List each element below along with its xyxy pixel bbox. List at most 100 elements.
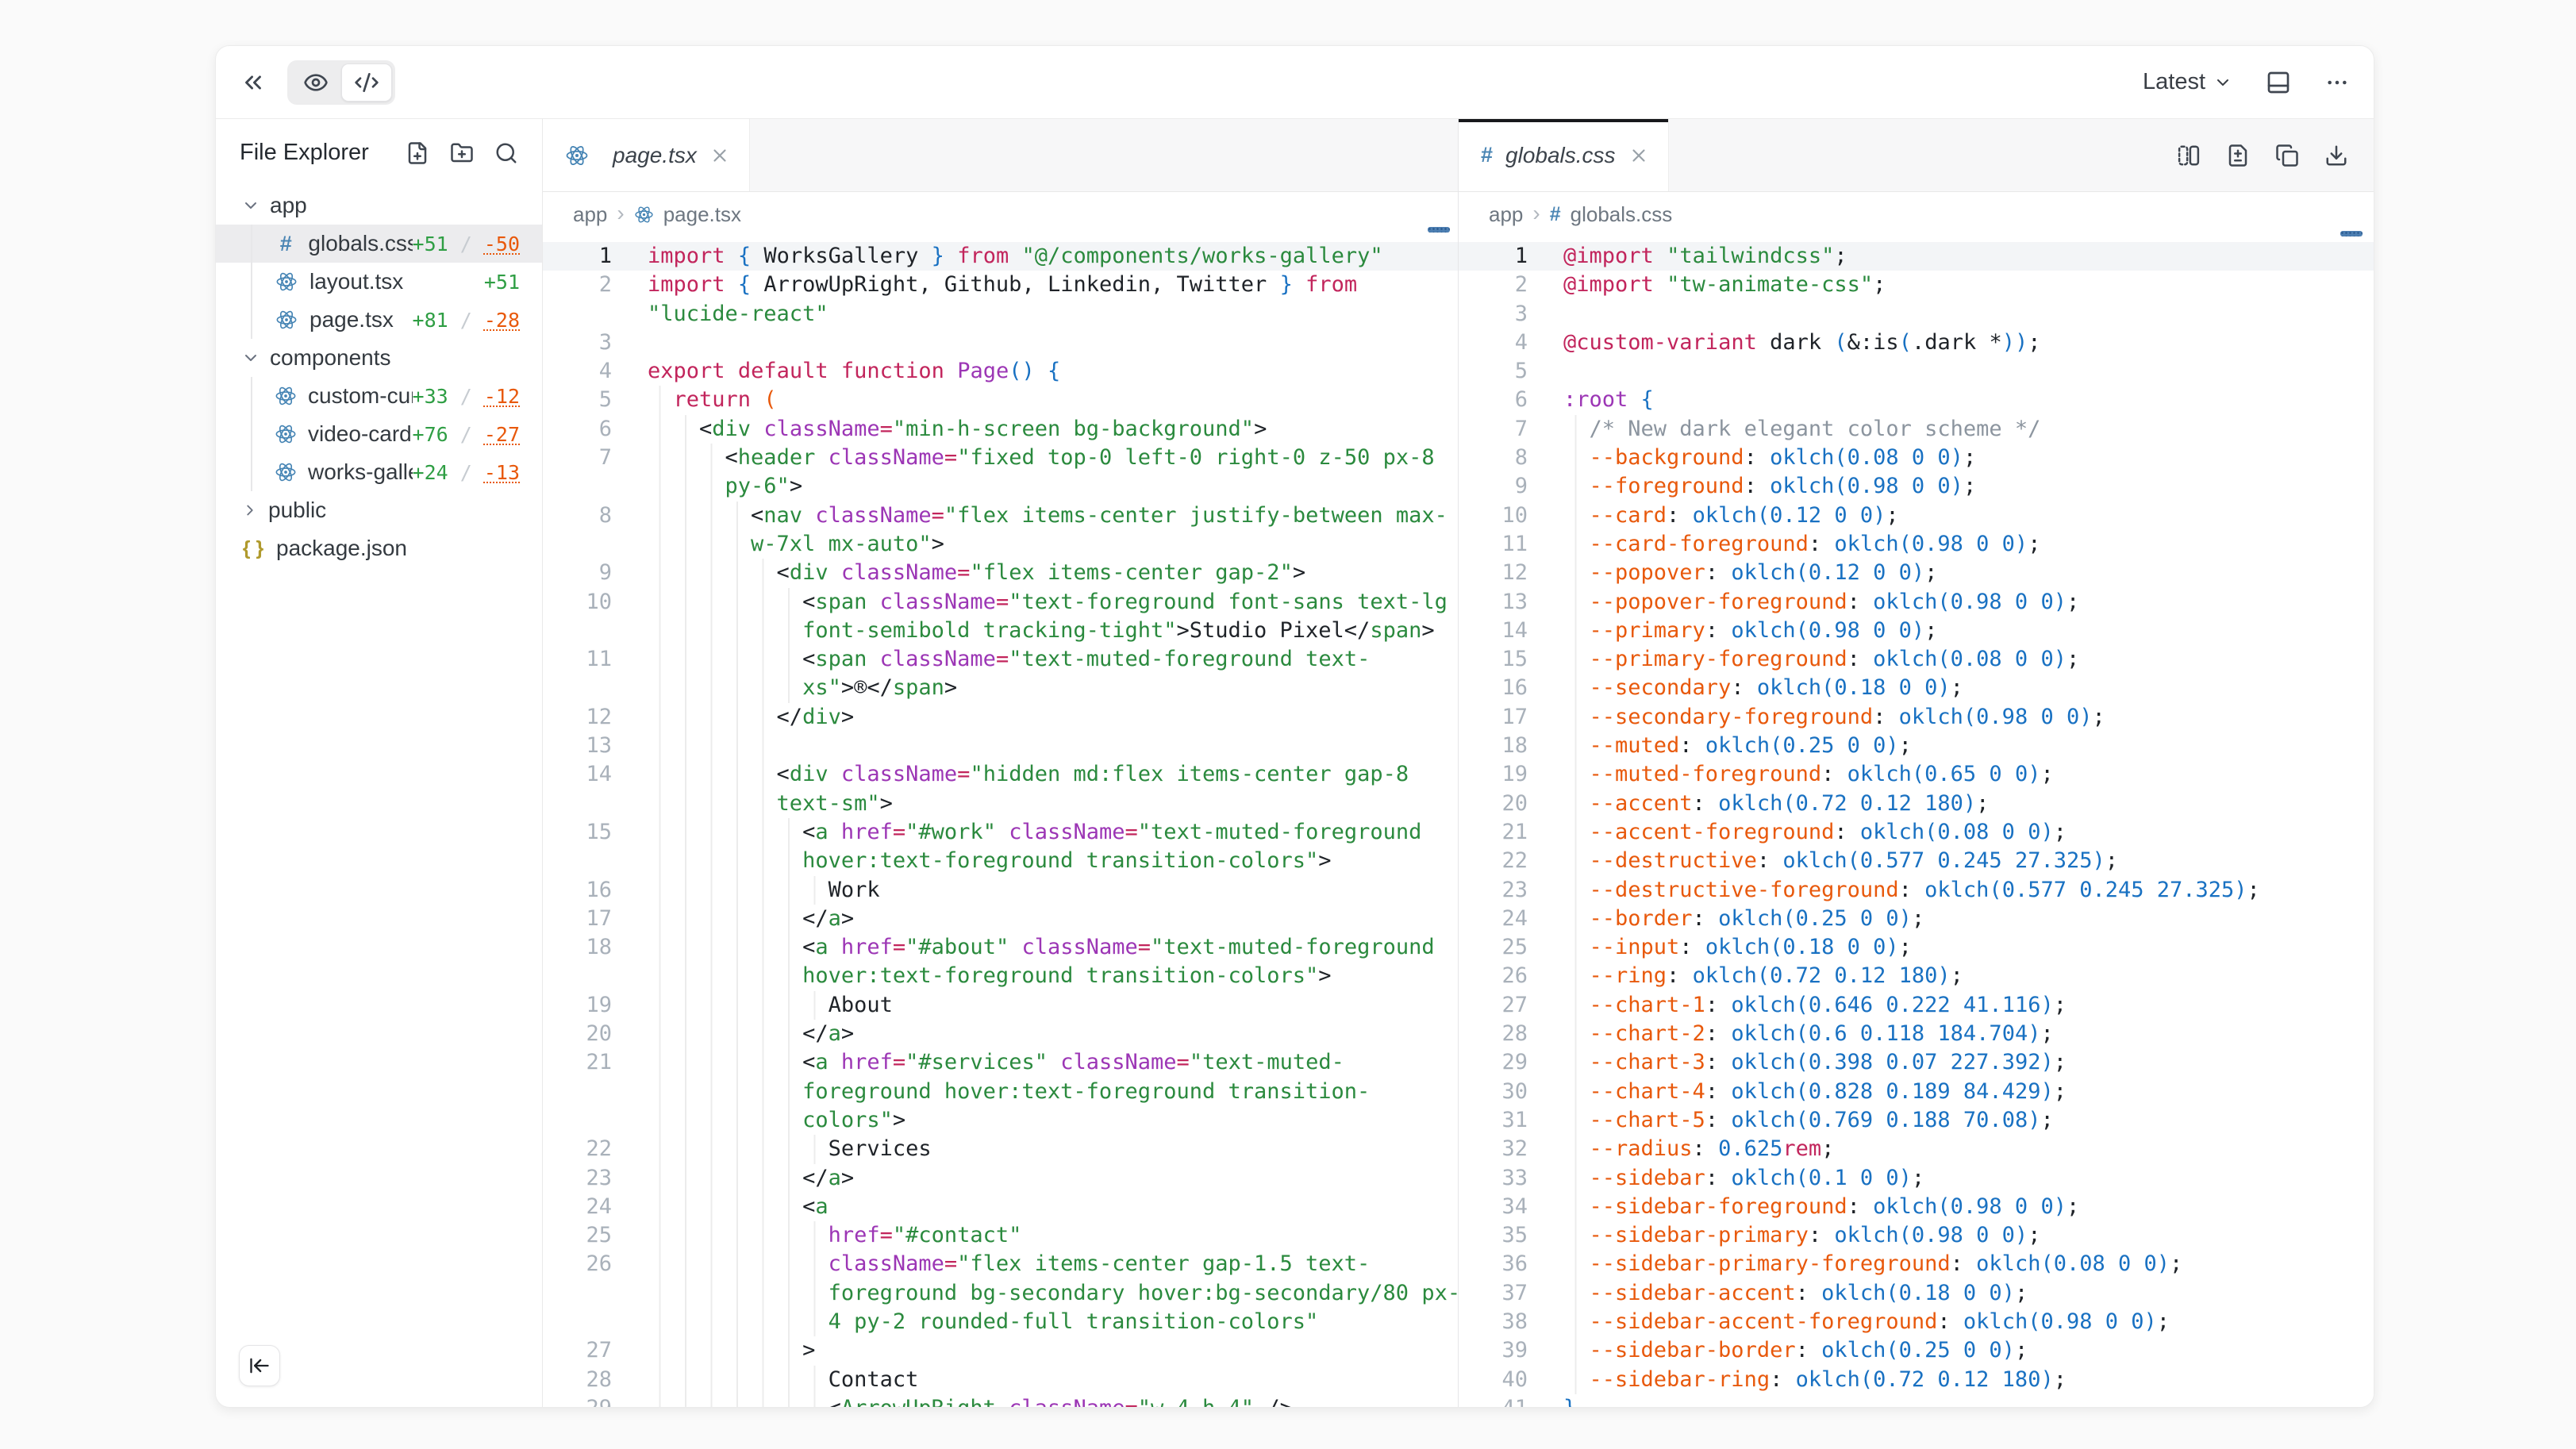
code-line-8: 8--background: oklch(0.08 0 0); (1459, 444, 2374, 472)
line-number: 5 (543, 386, 622, 414)
line-number: 15 (1459, 645, 1538, 674)
react-file-icon (634, 205, 654, 225)
code-line-31: 31--chart-5: oklch(0.769 0.188 70.08); (1459, 1106, 2374, 1135)
tree-item-custom-curs[interactable]: custom-curs…+33 / -12 (216, 377, 542, 415)
search-button[interactable] (494, 141, 518, 165)
tree-item-video-card.tsx[interactable]: video-card.tsx+76 / -27 (216, 415, 542, 453)
diff-stats: +24 / -13 (413, 461, 542, 484)
code-line-40: 40--sidebar-ring: oklch(0.72 0.12 180); (1459, 1366, 2374, 1394)
code-line-5: 5 (1459, 357, 2374, 386)
code-line-8: 8<nav className="flex items-center justi… (543, 502, 1458, 559)
line-number: 26 (1459, 962, 1538, 990)
line-number: 26 (543, 1250, 622, 1336)
tree-item-works-galler[interactable]: works-galler…+24 / -13 (216, 453, 542, 491)
file-diff-button[interactable] (2226, 144, 2250, 167)
line-number: 3 (1459, 300, 1538, 329)
preview-toggle-button[interactable] (290, 63, 341, 102)
editor-window: Latest File Explorer app#globals.css (215, 45, 2374, 1408)
line-number: 23 (1459, 876, 1538, 905)
tree-item-app[interactable]: app (216, 186, 542, 225)
code-line-2: 2@import "tw-animate-css"; (1459, 271, 2374, 299)
line-number: 8 (1459, 444, 1538, 472)
tree-item-public[interactable]: public (216, 491, 542, 529)
eye-icon (303, 70, 329, 95)
code-line-15: 15<a href="#work" className="text-muted-… (543, 818, 1458, 876)
code-line-17: 17</a> (543, 905, 1458, 933)
code-line-7: 7/* New dark elegant color scheme */ (1459, 415, 2374, 444)
tree-item-components[interactable]: components (216, 339, 542, 377)
line-number: 23 (543, 1164, 622, 1193)
code-line-28: 28Contact (543, 1366, 1458, 1394)
code-line-20: 20</a> (543, 1020, 1458, 1048)
code-editor-globals-css[interactable]: 1@import "tailwindcss";2@import "tw-anim… (1459, 237, 2374, 1407)
tree-item-layout.tsx[interactable]: layout.tsx+51 (216, 263, 542, 301)
new-folder-button[interactable] (450, 141, 474, 165)
tab-page-tsx[interactable]: page.tsx (543, 119, 750, 191)
code-line-21: 21<a href="#services" className="text-mu… (543, 1048, 1458, 1135)
line-number: 27 (543, 1336, 622, 1365)
tree-item-label: video-card.tsx (308, 421, 413, 447)
code-toggle-button[interactable] (341, 63, 392, 102)
code-line-19: 19About (543, 991, 1458, 1020)
panel-bottom-button[interactable] (2266, 70, 2291, 95)
tree-item-page.tsx[interactable]: page.tsx+81 / -28 (216, 301, 542, 339)
tree-item-package.json[interactable]: { }package.json (216, 529, 542, 567)
scrollbar-thumb[interactable] (2340, 231, 2363, 236)
breadcrumb-root: app (573, 202, 607, 227)
download-button[interactable] (2324, 144, 2348, 167)
tree-item-label: page.tsx (310, 307, 394, 332)
code-line-18: 18<a href="#about" className="text-muted… (543, 933, 1458, 991)
scrollbar-thumb[interactable] (1428, 227, 1450, 233)
react-file-icon (275, 461, 297, 483)
code-line-22: 22Services (543, 1135, 1458, 1163)
code-line-12: 12</div> (543, 703, 1458, 732)
code-line-32: 32--radius: 0.625rem; (1459, 1135, 2374, 1163)
line-number: 16 (1459, 674, 1538, 702)
line-number: 7 (1459, 415, 1538, 444)
line-number: 6 (543, 415, 622, 444)
collapse-panel-button[interactable] (240, 69, 267, 96)
tree-item-globals.css[interactable]: #globals.css+51 / -50 (216, 225, 542, 263)
line-number: 5 (1459, 357, 1538, 386)
line-number: 28 (543, 1366, 622, 1394)
collapse-sidebar-button[interactable] (239, 1345, 280, 1386)
diff-stats: +76 / -27 (413, 423, 542, 446)
line-number: 4 (1459, 329, 1538, 357)
line-number: 31 (1459, 1106, 1538, 1135)
tab-globals-css[interactable]: # globals.css (1459, 119, 1669, 191)
line-number: 24 (1459, 905, 1538, 933)
line-number: 18 (1459, 732, 1538, 760)
new-file-button[interactable] (406, 141, 429, 165)
preview-code-toggle (287, 60, 395, 105)
file-diff-icon (2226, 144, 2250, 167)
chevron-right-icon: › (1532, 202, 1540, 225)
code-line-3: 3 (1459, 300, 2374, 329)
code-editor-page-tsx[interactable]: 1import { WorksGallery } from "@/compone… (543, 237, 1458, 1407)
version-dropdown[interactable]: Latest (2143, 69, 2232, 95)
code-line-21: 21--accent-foreground: oklch(0.08 0 0); (1459, 818, 2374, 847)
line-number: 17 (543, 905, 622, 933)
code-line-1: 1@import "tailwindcss"; (1459, 242, 2374, 271)
code-line-6: 6<div className="min-h-screen bg-backgro… (543, 415, 1458, 444)
code-line-16: 16Work (543, 876, 1458, 905)
editor-pane-globals-css: # globals.css app › # globals.css 1@impo… (1458, 119, 2374, 1407)
close-tab-icon[interactable] (1628, 145, 1649, 166)
code-line-18: 18--muted: oklch(0.25 0 0); (1459, 732, 2374, 760)
chevron-down-icon (241, 196, 260, 215)
line-number: 14 (543, 760, 622, 818)
code-line-14: 14--primary: oklch(0.98 0 0); (1459, 617, 2374, 645)
compare-panel-button[interactable] (2177, 144, 2201, 167)
tab-label: page.tsx (613, 143, 697, 168)
more-options-button[interactable] (2324, 70, 2350, 95)
copy-button[interactable] (2275, 144, 2299, 167)
code-line-4: 4@custom-variant dark (&:is(.dark *)); (1459, 329, 2374, 357)
code-line-4: 4export default function Page() { (543, 357, 1458, 386)
code-line-27: 27--chart-1: oklch(0.646 0.222 41.116); (1459, 991, 2374, 1020)
react-file-icon (275, 423, 297, 445)
close-tab-icon[interactable] (709, 145, 730, 166)
download-icon (2324, 144, 2348, 167)
code-line-28: 28--chart-2: oklch(0.6 0.118 184.704); (1459, 1020, 2374, 1048)
line-number: 37 (1459, 1279, 1538, 1308)
code-line-7: 7<header className="fixed top-0 left-0 r… (543, 444, 1458, 502)
code-line-25: 25--input: oklch(0.18 0 0); (1459, 933, 2374, 962)
